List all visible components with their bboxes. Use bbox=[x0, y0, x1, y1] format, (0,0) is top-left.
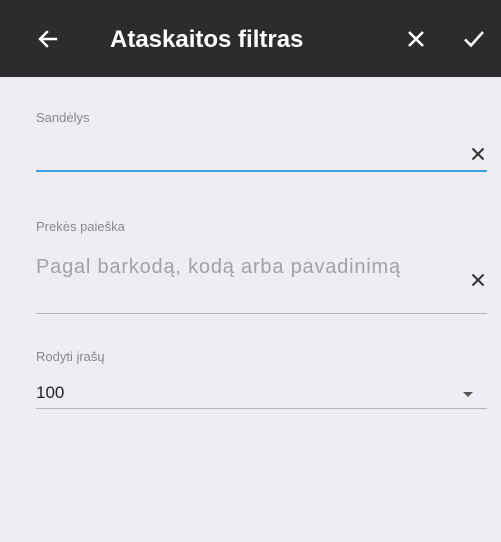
toolbar: Ataskaitos filtras bbox=[0, 0, 501, 77]
product-search-label: Prekės paieška bbox=[36, 219, 125, 234]
arrow-left-icon bbox=[38, 29, 58, 48]
warehouse-label: Sandėlys bbox=[36, 110, 90, 125]
close-icon bbox=[408, 30, 424, 47]
confirm-button[interactable] bbox=[448, 0, 500, 77]
warehouse-input[interactable] bbox=[36, 138, 436, 165]
page-title: Ataskaitos filtras bbox=[110, 26, 304, 53]
check-icon bbox=[464, 30, 484, 47]
product-search-input[interactable]: Pagal barkodą, kodą arba pavadinimą bbox=[36, 254, 436, 281]
report-filter-screen: Ataskaitos filtras Sandėlys Prekės paieš… bbox=[0, 0, 501, 542]
records-underline bbox=[36, 408, 487, 409]
records-select[interactable] bbox=[36, 378, 487, 408]
triangle-down-icon bbox=[463, 392, 473, 397]
close-icon bbox=[471, 147, 485, 161]
close-button[interactable] bbox=[390, 0, 442, 77]
close-icon bbox=[471, 273, 485, 287]
back-button[interactable] bbox=[22, 0, 74, 77]
product-search-clear-button[interactable] bbox=[464, 266, 492, 294]
product-search-underline bbox=[36, 313, 487, 314]
records-selected-value: 100 bbox=[36, 383, 65, 402]
warehouse-clear-button[interactable] bbox=[464, 140, 492, 168]
records-label: Rodyti įrašų bbox=[36, 349, 105, 364]
warehouse-underline bbox=[36, 170, 487, 172]
